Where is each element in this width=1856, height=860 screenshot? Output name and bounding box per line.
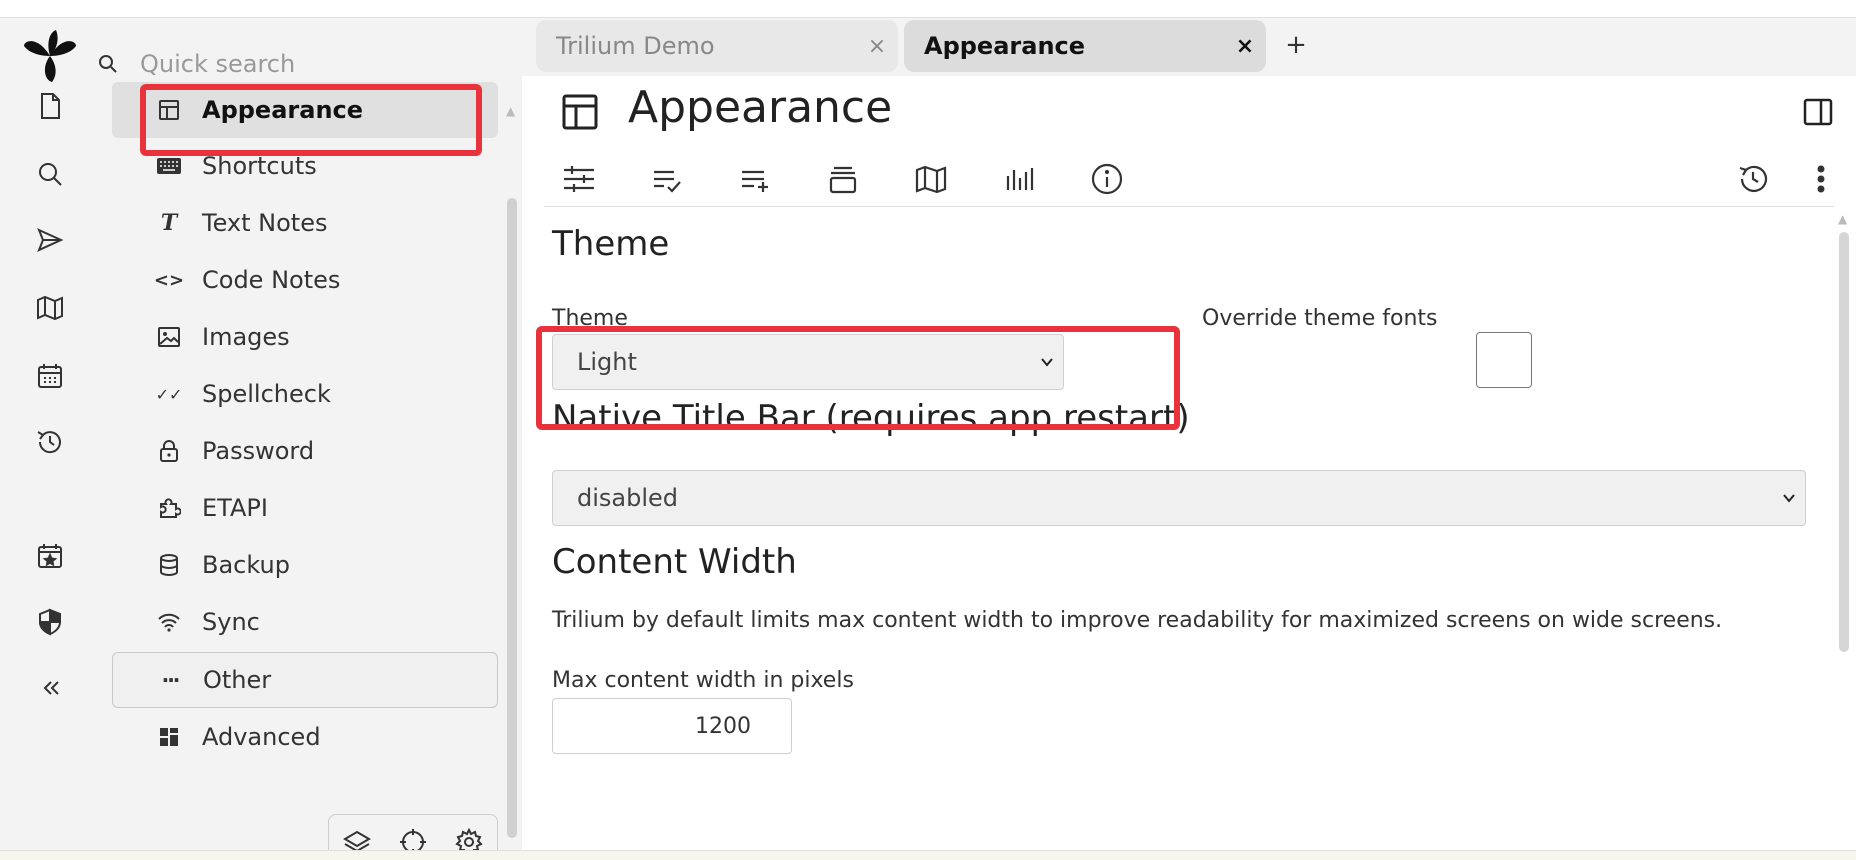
- layout-icon[interactable]: [560, 92, 600, 132]
- note-detail-pane: Trilium Demo × Appearance × + Appearance…: [522, 18, 1856, 850]
- tree-item-label: Backup: [202, 551, 290, 579]
- override-fonts-label: Override theme fonts: [1202, 306, 1438, 331]
- tab-trilium-demo[interactable]: Trilium Demo ×: [536, 20, 898, 72]
- tree-item-code-notes[interactable]: <> Code Notes: [112, 252, 498, 308]
- new-tab-button[interactable]: +: [1278, 30, 1314, 66]
- layout-icon: [156, 97, 182, 123]
- search-icon: [99, 55, 117, 73]
- theme-select[interactable]: Light: [552, 334, 1064, 390]
- tab-bar: Trilium Demo × Appearance × +: [522, 18, 1856, 76]
- tab-label: Appearance: [924, 32, 1086, 60]
- bar-chart-icon[interactable]: [1000, 160, 1038, 198]
- close-icon[interactable]: ×: [1230, 34, 1260, 59]
- list-add-icon[interactable]: [736, 160, 774, 198]
- tree-item-label: Sync: [202, 608, 260, 636]
- close-icon[interactable]: ×: [862, 34, 892, 59]
- tab-appearance[interactable]: Appearance ×: [904, 20, 1266, 72]
- keyboard-icon: [156, 153, 182, 179]
- content-scroll-thumb[interactable]: [1839, 232, 1849, 652]
- search-icon[interactable]: [26, 150, 74, 198]
- tree-item-etapi[interactable]: ETAPI: [112, 480, 498, 536]
- dashboard-icon: [156, 724, 182, 750]
- tree-item-label: Password: [202, 437, 315, 465]
- native-title-bar-heading: Native Title Bar (requires app restart): [552, 398, 1190, 438]
- toggle-right-pane-icon[interactable]: [1802, 96, 1834, 128]
- tree-item-spellcheck[interactable]: ✓✓ Spellcheck: [112, 366, 498, 422]
- tree-item-appearance[interactable]: Appearance: [112, 82, 498, 138]
- map-icon[interactable]: [26, 284, 74, 332]
- override-fonts-checkbox[interactable]: [1476, 332, 1532, 388]
- code-icon: <>: [153, 269, 185, 291]
- max-width-label: Max content width in pixels: [552, 668, 854, 693]
- tree-item-label: ETAPI: [202, 494, 268, 522]
- launcher-bar: [6, 18, 90, 850]
- chevron-down-icon: [1783, 494, 1795, 503]
- note-title-row: Appearance: [522, 76, 1856, 148]
- dots-icon: ···: [161, 668, 181, 692]
- tree-item-label: Advanced: [202, 723, 321, 751]
- tree-item-label: Appearance: [202, 96, 364, 124]
- tree-item-other[interactable]: ··· Other: [112, 652, 498, 708]
- theme-label: Theme: [552, 306, 628, 331]
- quick-search-placeholder[interactable]: Quick search: [140, 50, 295, 78]
- wifi-icon: [156, 609, 182, 635]
- puzzle-icon: [156, 495, 182, 521]
- tree-item-images[interactable]: Images: [112, 309, 498, 365]
- scroll-up-arrow-icon[interactable]: ▲: [506, 104, 515, 118]
- tree-item-label: Other: [203, 666, 272, 694]
- tree-item-label: Text Notes: [202, 209, 328, 237]
- content-scrollbar[interactable]: ▲: [1836, 208, 1852, 850]
- today-calendar-icon[interactable]: [26, 532, 74, 580]
- tree-item-text-notes[interactable]: T Text Notes: [112, 195, 498, 251]
- theme-heading: Theme: [552, 224, 670, 264]
- ribbon-divider: [544, 206, 1834, 207]
- tree-item-shortcuts[interactable]: Shortcuts: [112, 138, 498, 194]
- properties-sliders-icon[interactable]: [560, 160, 598, 198]
- tree-item-advanced[interactable]: Advanced: [112, 709, 498, 765]
- check-double-icon: ✓✓: [155, 384, 183, 404]
- quick-search[interactable]: Quick search: [90, 42, 510, 86]
- tree-item-sync[interactable]: Sync: [112, 594, 498, 650]
- image-icon: [156, 324, 182, 350]
- lock-icon: [156, 438, 182, 464]
- new-note-icon[interactable]: [26, 82, 74, 130]
- tab-label: Trilium Demo: [556, 32, 715, 60]
- collection-icon[interactable]: [824, 160, 862, 198]
- ribbon-toolbar: [522, 148, 1856, 208]
- chevron-down-icon: [1041, 358, 1053, 367]
- content-width-description: Trilium by default limits max content wi…: [552, 608, 1723, 633]
- tree-item-password[interactable]: Password: [112, 423, 498, 479]
- calendar-icon[interactable]: [26, 352, 74, 400]
- trilium-logo-icon[interactable]: [16, 26, 84, 86]
- history-icon[interactable]: [26, 418, 74, 466]
- appearance-options: Theme Theme Override theme fonts Light N…: [522, 208, 1834, 850]
- tree-item-label: Spellcheck: [202, 380, 331, 408]
- content-width-heading: Content Width: [552, 542, 797, 582]
- text-icon: T: [160, 210, 178, 236]
- tree-scrollbar[interactable]: ▲: [504, 98, 520, 840]
- info-icon[interactable]: [1088, 160, 1126, 198]
- protected-session-shield-icon[interactable]: [26, 598, 74, 646]
- list-check-icon[interactable]: [648, 160, 686, 198]
- note-revisions-icon[interactable]: [1734, 160, 1772, 198]
- note-title[interactable]: Appearance: [628, 82, 892, 133]
- native-title-bar-select[interactable]: disabled: [552, 470, 1806, 526]
- theme-select-value: Light: [577, 348, 637, 376]
- tree-item-label: Shortcuts: [202, 152, 317, 180]
- tree-item-label: Images: [202, 323, 290, 351]
- collapse-sidebar-icon[interactable]: [26, 664, 74, 712]
- tree-item-backup[interactable]: Backup: [112, 537, 498, 593]
- max-width-input[interactable]: 1200: [552, 698, 792, 754]
- map-icon[interactable]: [912, 160, 950, 198]
- options-tree-panel: Quick search Appearance Shortcuts T Text…: [90, 18, 522, 860]
- more-vertical-icon[interactable]: [1802, 160, 1840, 198]
- send-icon[interactable]: [26, 216, 74, 264]
- browser-top-strip: [0, 0, 1856, 18]
- browser-bottom-strip: [0, 850, 1856, 860]
- native-title-bar-value: disabled: [577, 484, 679, 512]
- tree-item-label: Code Notes: [202, 266, 341, 294]
- tree-scroll-thumb[interactable]: [507, 198, 517, 838]
- database-icon: [156, 552, 182, 578]
- scroll-up-arrow-icon[interactable]: ▲: [1838, 212, 1847, 226]
